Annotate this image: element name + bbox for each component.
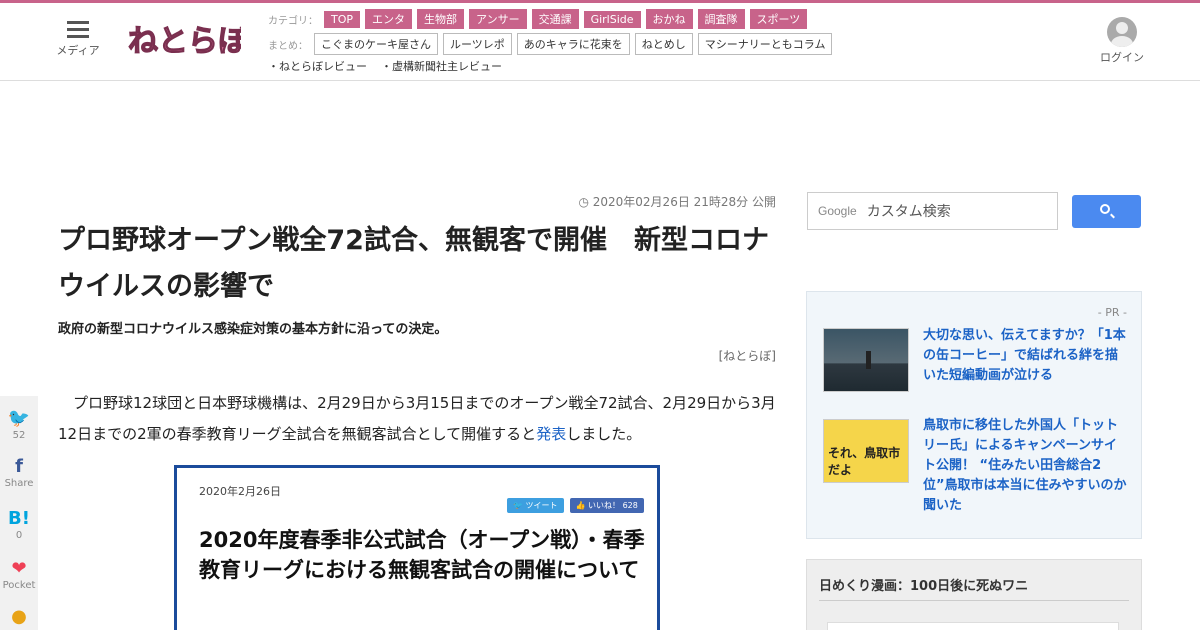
search-icon xyxy=(1100,204,1110,214)
review-nav: ・ねとらぼレビュー ・虚構新聞社主レビュー xyxy=(268,58,516,74)
review-link[interactable]: ・虚構新聞社主レビュー xyxy=(381,58,502,74)
search-placeholder: カスタム検索 xyxy=(866,204,951,220)
search-button[interactable] xyxy=(1072,195,1141,228)
share-pocket[interactable]: ❤ Pocket xyxy=(0,558,38,591)
divider xyxy=(819,600,1129,601)
category-nav: カテゴリ： TOP エンタ 生物部 アンサー 交通課 GirlSide おかね … xyxy=(268,9,812,29)
share-twitter[interactable]: 🐦 52 xyxy=(0,408,38,441)
summary-link[interactable]: ねとめし xyxy=(634,33,693,55)
category-okane[interactable]: おかね xyxy=(645,9,693,29)
facebook-icon: f xyxy=(15,456,23,477)
article-subtitle: 政府の新型コロナウイルス感染症対策の基本方針に沿っての決定。 xyxy=(58,322,448,337)
custom-search-input[interactable]: Google カスタム検索 xyxy=(807,192,1058,230)
svg-text:ねとらぼ: ねとらぼ xyxy=(128,24,241,59)
embed-tweet-button[interactable]: 🐦 ツイート xyxy=(507,498,564,513)
hamburger-icon xyxy=(56,21,100,38)
twitter-icon: 🐦 xyxy=(513,501,526,510)
announcement-link[interactable]: 発表 xyxy=(536,425,566,443)
login-button[interactable]: ログイン xyxy=(1098,17,1146,65)
embed-date: 2020年2月26日 xyxy=(199,485,281,498)
manga-title: 日めくり漫画：100日後に死ぬワニ xyxy=(819,579,1029,594)
pr-link[interactable]: 鳥取市に移住した外国人「トットリー氏」によるキャンペーンサイト公開！ “住みたい… xyxy=(923,416,1127,516)
hatena-icon: B! xyxy=(8,508,30,529)
article-title: プロ野球オープン戦全72試合、無観客で開催 新型コロナウイルスの影響で xyxy=(58,225,769,302)
summary-nav: まとめ： こぐまのケーキ屋さん ルーツレポ あのキャラに花束を ねとめし マシー… xyxy=(268,33,837,55)
share-count: 52 xyxy=(12,430,26,441)
pr-thumbnail[interactable]: それ、鳥取市だよ xyxy=(823,419,909,483)
share-facebook[interactable]: f Share xyxy=(0,456,38,489)
embed-title: 2020年度春季非公式試合（オープン戦）・春季教育リーグにおける無観客試合の開催… xyxy=(199,528,645,582)
pr-thumbnail-caption: それ、鳥取市だよ xyxy=(828,446,901,477)
category-head: カテゴリ： xyxy=(268,15,318,27)
category-answer[interactable]: アンサー xyxy=(469,9,527,29)
clock-icon: ◷ xyxy=(578,195,593,209)
manga-widget: 日めくり漫画：100日後に死ぬワニ xyxy=(806,559,1142,630)
twitter-icon: 🐦 xyxy=(7,408,31,429)
category-enta[interactable]: エンタ xyxy=(365,9,413,29)
embedded-announcement[interactable]: 2020年2月26日 🐦 ツイート 👍 いいね！ 628 2020年度春季非公式… xyxy=(174,465,660,630)
login-label: ログイン xyxy=(1100,51,1144,64)
share-count: 0 xyxy=(15,530,23,541)
nlab-logo[interactable]: ねとらぼ xyxy=(126,17,241,63)
category-seibutsu[interactable]: 生物部 xyxy=(417,9,465,29)
pr-label: - PR - xyxy=(1097,306,1127,319)
google-brand: Google xyxy=(818,204,857,218)
manga-card[interactable] xyxy=(827,622,1119,630)
share-hatena[interactable]: B! 0 xyxy=(0,508,38,541)
category-girlside[interactable]: GirlSide xyxy=(583,10,641,28)
thumbs-up-icon: 👍 xyxy=(575,501,589,510)
pr-link[interactable]: 大切な思い、伝えてますか？「1本の缶コーヒー」で結ばれる絆を描いた短編動画が泣け… xyxy=(923,326,1127,386)
category-sports[interactable]: スポーツ xyxy=(749,9,808,29)
article-body: プロ野球12球団と日本野球機構は、2月29日から3月15日までのオープン戦全72… xyxy=(58,394,776,443)
media-menu-button[interactable]: メディア xyxy=(56,21,100,58)
category-koutsuka[interactable]: 交通課 xyxy=(531,9,579,29)
share-count: Pocket xyxy=(2,580,36,591)
media-menu-label: メディア xyxy=(56,44,100,57)
pr-thumbnail[interactable] xyxy=(823,328,909,392)
share-count: Share xyxy=(4,478,34,489)
review-link[interactable]: ・ねとらぼレビュー xyxy=(268,58,367,74)
article-byline: [ねとらぼ] xyxy=(718,349,776,363)
pr-box: - PR - 大切な思い、伝えてますか？「1本の缶コーヒー」で結ばれる絆を描いた… xyxy=(806,291,1142,539)
avatar-icon xyxy=(1107,17,1137,47)
category-chousatai[interactable]: 調査隊 xyxy=(697,9,745,29)
publish-date: ◷ 2020年02月26日 21時28分 公開 xyxy=(578,195,776,209)
summary-link[interactable]: マシーナリーともコラム xyxy=(697,33,833,55)
category-top[interactable]: TOP xyxy=(324,10,361,28)
summary-head: まとめ： xyxy=(268,40,308,52)
summary-link[interactable]: あのキャラに花束を xyxy=(516,33,630,55)
summary-link[interactable]: こぐまのケーキ屋さん xyxy=(314,33,438,55)
share-bar: 🐦 52 f Share B! 0 ❤ Pocket ● xyxy=(0,396,38,630)
pocket-icon: ❤ xyxy=(11,558,27,579)
embed-like-button[interactable]: 👍 いいね！ 628 xyxy=(569,498,644,513)
line-icon: ● xyxy=(11,606,27,627)
summary-link[interactable]: ルーツレポ xyxy=(443,33,512,55)
site-header: メディア ねとらぼ カテゴリ： TOP エンタ 生物部 アンサー 交通課 Gir… xyxy=(0,3,1200,81)
share-line[interactable]: ● xyxy=(0,606,38,628)
embed-social-buttons: 🐦 ツイート 👍 いいね！ 628 xyxy=(507,498,644,513)
